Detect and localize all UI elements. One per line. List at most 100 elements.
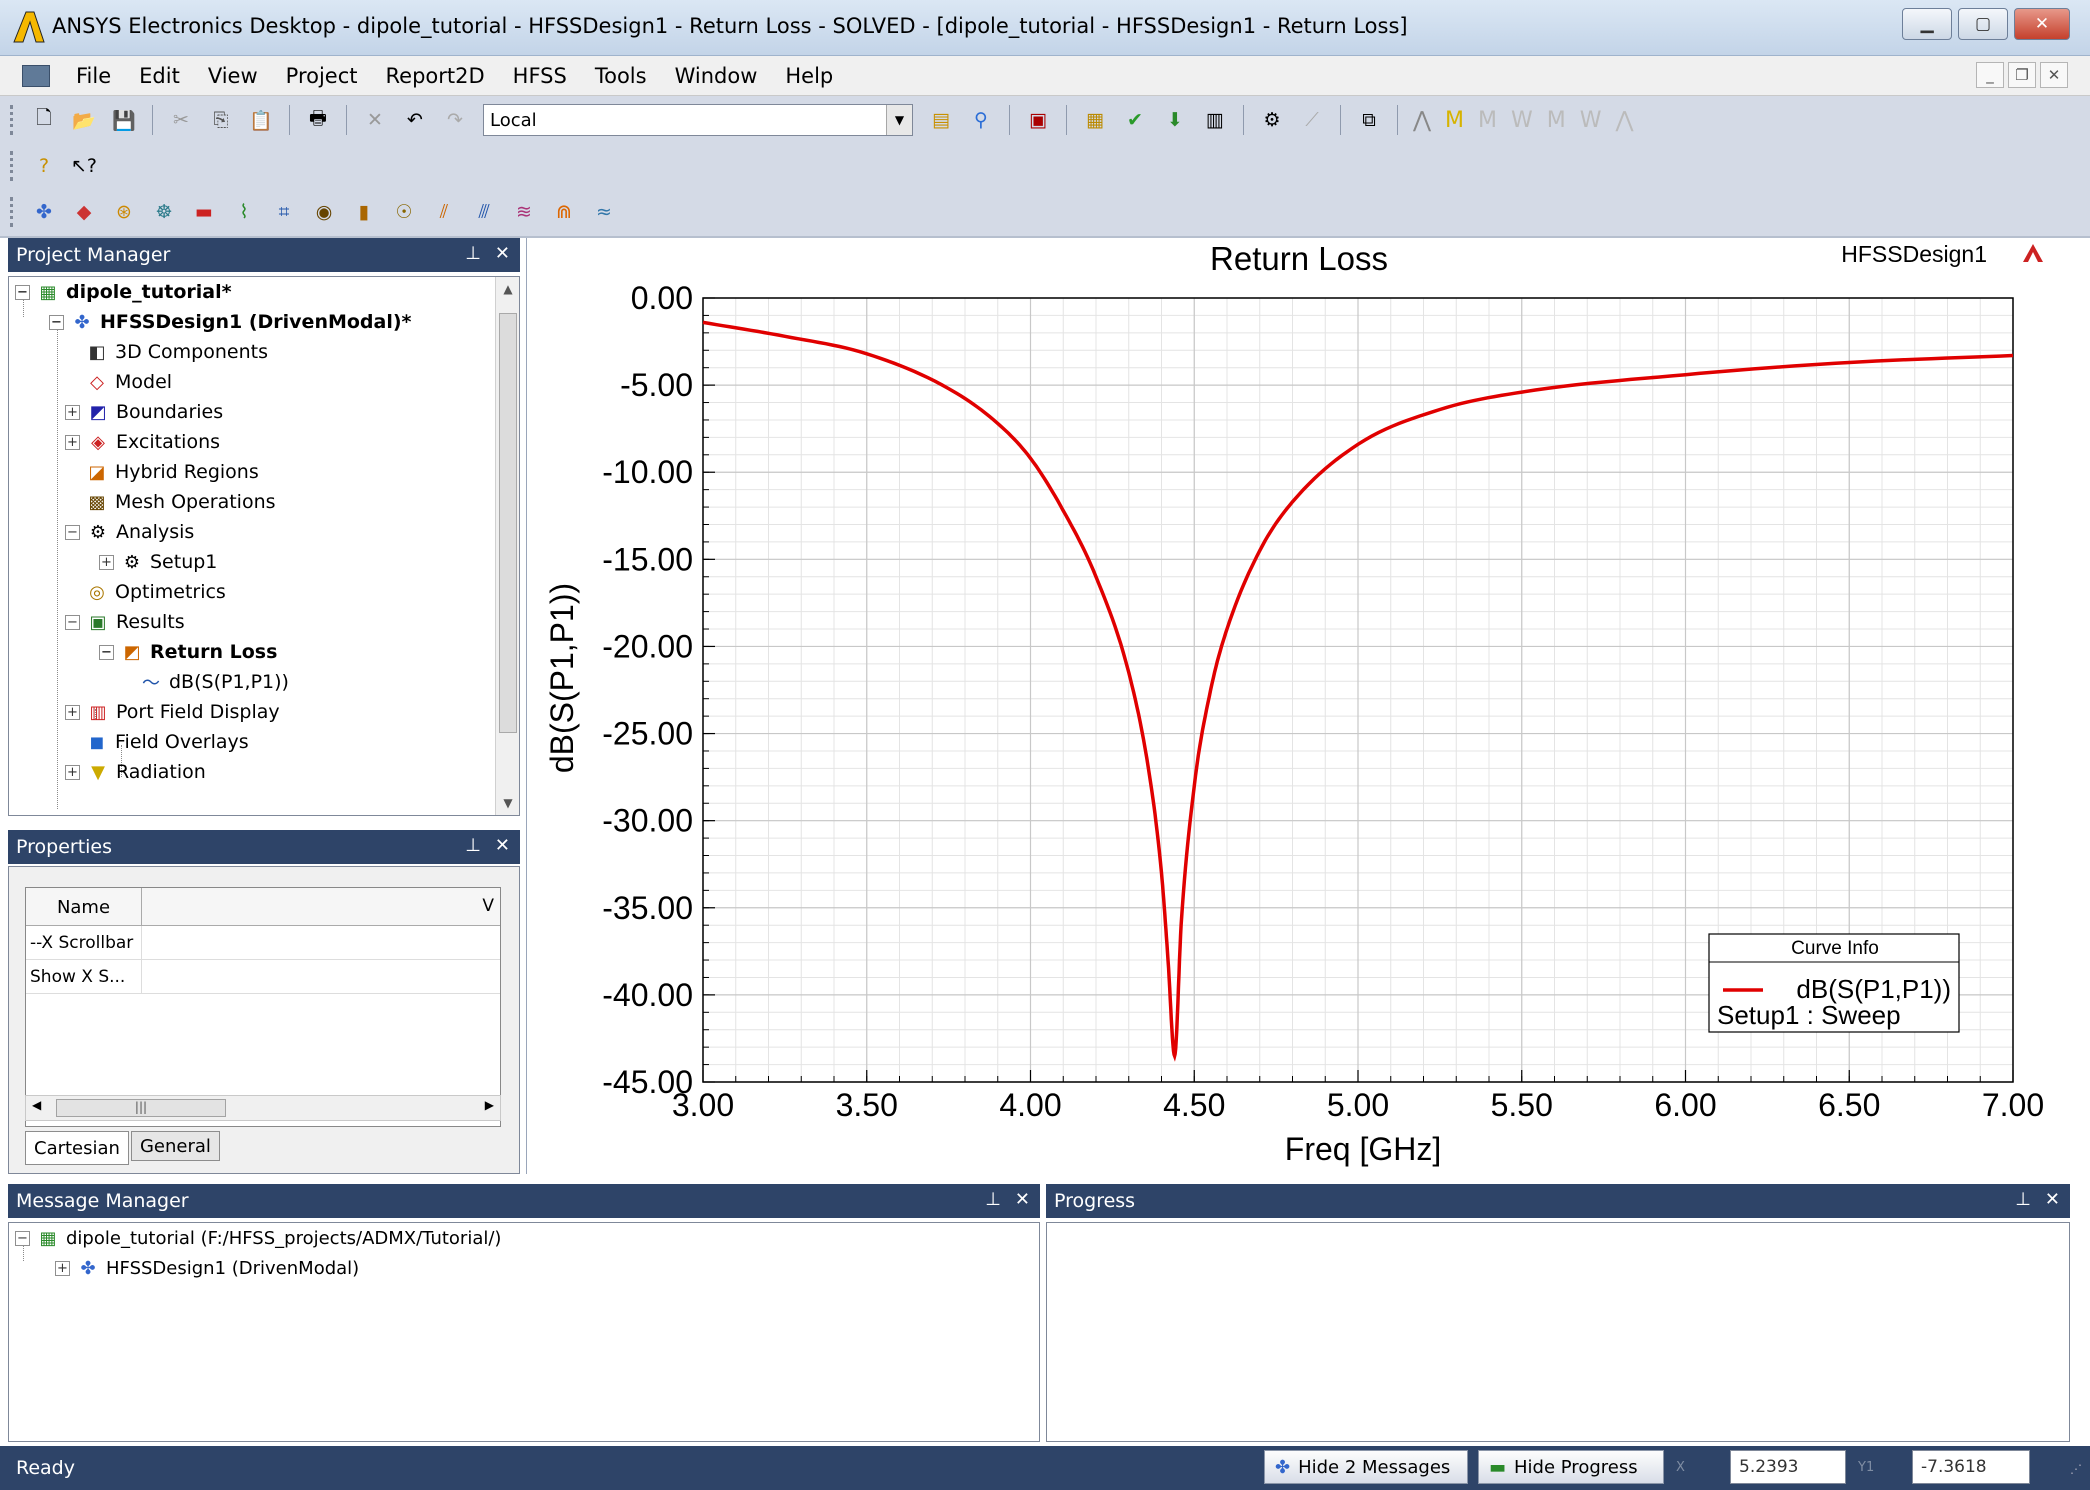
tab-general[interactable]: General <box>130 1131 220 1161</box>
icepak-icon[interactable]: ▮ <box>350 198 378 226</box>
tree-item-hybrid-regions[interactable]: ◪ Hybrid Regions <box>85 457 258 487</box>
tree-item-trace[interactable]: 〜 dB(S(P1,P1)) <box>139 667 289 697</box>
marker-icon-5[interactable]: M <box>1547 108 1566 133</box>
message-item-project[interactable]: − ▦ dipole_tutorial (F:/HFSS_projects/AD… <box>15 1223 501 1253</box>
simplorer-icon[interactable]: ≋ <box>510 198 538 226</box>
check-icon[interactable]: ✔ <box>1121 106 1149 134</box>
marker-icon-6[interactable]: W <box>1580 108 1602 133</box>
message-item-design[interactable]: + ✤ HFSSDesign1 (DrivenModal) <box>55 1253 359 1283</box>
collapse-icon[interactable]: − <box>99 644 114 660</box>
tree-item-field-overlays[interactable]: ◼ Field Overlays <box>85 727 249 757</box>
hide-progress-button[interactable]: ▬ Hide Progress <box>1478 1450 1664 1484</box>
whats-this-icon[interactable]: ↖? <box>70 152 98 180</box>
scroll-left-icon[interactable]: ◀ <box>32 1098 41 1112</box>
marker-icon-1[interactable]: ⋀ <box>1413 108 1431 133</box>
hide-messages-button[interactable]: ✤ Hide 2 Messages <box>1264 1450 1468 1484</box>
tree-item-analysis[interactable]: − ⚙ Analysis <box>65 517 194 547</box>
tree-item-port-field-display[interactable]: + ▥ Port Field Display <box>65 697 280 727</box>
q3d-icon[interactable]: ◆ <box>70 198 98 226</box>
paste-icon[interactable]: 📋 <box>247 106 275 134</box>
scrollbar-thumb[interactable]: ||| <box>56 1099 226 1117</box>
chevron-down-icon[interactable]: ▼ <box>886 105 912 135</box>
expand-icon[interactable]: + <box>65 764 80 780</box>
maxwell-icon[interactable]: ⊛ <box>110 198 138 226</box>
mechanical-icon[interactable]: ☉ <box>390 198 418 226</box>
close-icon[interactable]: ✕ <box>495 835 510 856</box>
expand-icon[interactable]: + <box>99 554 114 570</box>
scroll-right-icon[interactable]: ▶ <box>485 1098 494 1112</box>
menu-file[interactable]: File <box>62 64 125 88</box>
expand-icon[interactable]: + <box>55 1260 70 1276</box>
pin-icon[interactable]: ⊥ <box>465 835 481 856</box>
open-icon[interactable]: 📂 <box>70 106 98 134</box>
tree-item-mesh-operations[interactable]: ▩ Mesh Operations <box>85 487 275 517</box>
close-icon[interactable]: ✕ <box>2045 1189 2060 1210</box>
tree-item-project[interactable]: − ▦ dipole_tutorial* <box>15 277 232 307</box>
context-help-icon[interactable]: ? <box>30 152 58 180</box>
menu-view[interactable]: View <box>194 64 272 88</box>
siwave-icon[interactable]: ⫽ <box>430 198 458 226</box>
scroll-down-icon[interactable]: ▼ <box>496 791 519 815</box>
delete-icon[interactable]: ✕ <box>361 106 389 134</box>
pin-icon[interactable]: ⊥ <box>985 1189 1001 1210</box>
expand-icon[interactable]: + <box>65 704 80 720</box>
property-row[interactable]: --X Scrollbar <box>26 926 500 960</box>
save-icon[interactable]: 💾 <box>110 106 138 134</box>
copy-icon[interactable]: ⎘ <box>207 106 235 134</box>
tree-item-return-loss[interactable]: − ◩ Return Loss <box>99 637 277 667</box>
print-icon[interactable]: 🖶 <box>304 106 332 134</box>
pin-icon[interactable]: ⊥ <box>465 243 481 264</box>
cut-icon[interactable]: ✂ <box>167 106 195 134</box>
name-column-header[interactable]: Name <box>26 888 142 926</box>
collapse-icon[interactable]: − <box>15 284 30 300</box>
close-button[interactable]: ✕ <box>2014 8 2070 40</box>
analysis-machine-combo[interactable]: Local ▼ <box>483 104 913 136</box>
system-menu-icon[interactable] <box>22 64 50 87</box>
close-icon[interactable]: ✕ <box>1015 1189 1030 1210</box>
hfss-design-icon[interactable]: ✤ <box>30 198 58 226</box>
collapse-icon[interactable]: − <box>49 314 64 330</box>
resize-grip-icon[interactable]: ⋰ <box>2070 1462 2082 1476</box>
close-icon[interactable]: ✕ <box>495 243 510 264</box>
menu-help[interactable]: Help <box>771 64 847 88</box>
results-icon[interactable]: ▥ <box>1201 106 1229 134</box>
pin-icon[interactable]: ⊥ <box>2015 1189 2031 1210</box>
pcb-icon[interactable]: ▬ <box>190 198 218 226</box>
expand-icon[interactable]: + <box>65 404 80 420</box>
minimize-button[interactable]: ▁ <box>1902 8 1952 40</box>
collapse-icon[interactable]: − <box>15 1230 30 1246</box>
tree-item-3d-components[interactable]: ◧ 3D Components <box>85 337 267 367</box>
setup-icon[interactable]: ⚙ <box>1258 106 1286 134</box>
variables-icon[interactable]: ⚲ <box>967 106 995 134</box>
scroll-up-icon[interactable]: ▲ <box>496 277 519 301</box>
tree-item-optimetrics[interactable]: ◎ Optimetrics <box>85 577 226 607</box>
marker-icon-2[interactable]: M <box>1445 108 1464 133</box>
scrollbar-thumb[interactable] <box>499 313 517 733</box>
menu-report2d[interactable]: Report2D <box>372 64 499 88</box>
properties-icon[interactable]: ▤ <box>927 106 955 134</box>
collapse-icon[interactable]: − <box>65 614 80 630</box>
netlist-icon[interactable]: ⌗ <box>270 198 298 226</box>
expand-icon[interactable]: + <box>65 434 80 450</box>
menu-edit[interactable]: Edit <box>125 64 194 88</box>
menu-tools[interactable]: Tools <box>581 64 661 88</box>
validate-icon[interactable]: ▦ <box>1081 106 1109 134</box>
tab-cartesian[interactable]: Cartesian <box>25 1131 129 1165</box>
tree-item-boundaries[interactable]: + ◩ Boundaries <box>65 397 223 427</box>
tree-item-design[interactable]: − ✤ HFSSDesign1 (DrivenModal)* <box>49 307 412 337</box>
emit-icon[interactable]: ◉ <box>310 198 338 226</box>
tree-item-model[interactable]: ◇ Model <box>85 367 172 397</box>
redo-icon[interactable]: ↷ <box>441 106 469 134</box>
tree-item-radiation[interactable]: + ▼ Radiation <box>65 757 206 787</box>
analyze-icon[interactable]: ⬇ <box>1161 106 1189 134</box>
value-column-header[interactable]: V <box>482 896 494 916</box>
rmxprt-icon[interactable]: ☸ <box>150 198 178 226</box>
maximize-button[interactable]: ▢ <box>1958 8 2008 40</box>
sweep-icon[interactable]: ⟋ <box>1298 106 1326 134</box>
antenna-icon[interactable]: ⋒ <box>550 198 578 226</box>
menu-window[interactable]: Window <box>661 64 772 88</box>
menu-project[interactable]: Project <box>272 64 372 88</box>
mdi-close-button[interactable]: ✕ <box>2040 62 2068 88</box>
marker-icon-4[interactable]: W <box>1511 108 1533 133</box>
return-loss-chart[interactable]: 3.00 3.50 4.00 4.50 5.00 5.50 6.00 6.50 7.000.00… <box>527 238 2071 1174</box>
